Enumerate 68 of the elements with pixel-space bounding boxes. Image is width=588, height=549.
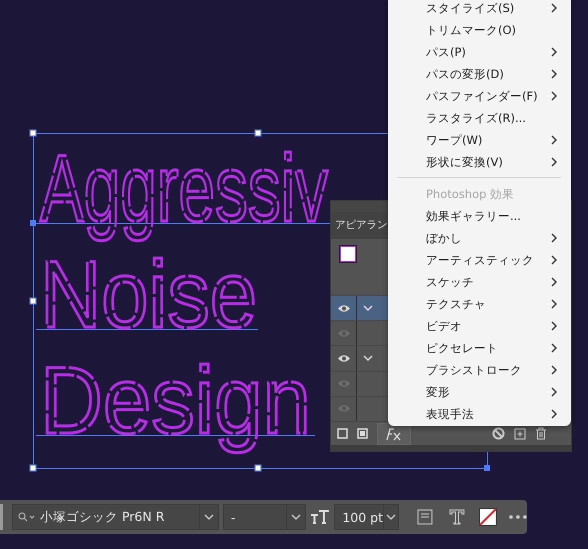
menu-item[interactable]: ぼかし [388, 227, 571, 249]
chevron-icon [550, 47, 558, 57]
outlined-text: Aggressiv [40, 136, 328, 242]
chevron-icon [550, 299, 558, 309]
menu-item[interactable]: ピクセレート [388, 337, 571, 359]
menu-item[interactable]: スケッチ [388, 271, 571, 293]
chevron-icon [550, 255, 558, 265]
font-family-field[interactable]: 小塚ゴシック Pr6N R [12, 504, 219, 530]
panel-tab[interactable]: アピアラン [335, 218, 388, 232]
menu-item[interactable]: パスの変形(D) [388, 63, 571, 85]
selection-handle[interactable] [30, 464, 36, 472]
chevron-icon [550, 343, 558, 353]
menu-heading: Photoshop 効果 [426, 186, 514, 202]
search-icon [18, 512, 36, 522]
chevron-down-icon [291, 514, 302, 520]
chevron-down-icon [204, 514, 214, 520]
chevron-icon [550, 157, 558, 167]
outlined-text: Design [40, 348, 311, 454]
baseline-handle[interactable] [30, 220, 36, 226]
chevron-down-icon [363, 355, 373, 362]
selection-handle[interactable] [254, 464, 262, 472]
menu-item[interactable]: パス(P) [388, 41, 571, 63]
menu-item[interactable]: スタイライズ(S) [388, 0, 571, 19]
chevron-icon [550, 277, 558, 287]
menu-item[interactable]: パスファインダー(F) [388, 85, 571, 107]
menu-item[interactable]: ビデオ [388, 315, 571, 337]
chevron-down-icon [386, 514, 396, 520]
no-fill-swatch-icon[interactable] [479, 508, 498, 526]
chevron-icon [550, 365, 558, 375]
chevron-down-icon [363, 305, 373, 312]
appearance-row[interactable] [331, 294, 388, 320]
more-icon[interactable] [509, 515, 527, 519]
filled-square-icon[interactable] [357, 428, 368, 440]
add-icon[interactable] [514, 428, 526, 440]
menu-item[interactable]: ラスタライズ(R)... [388, 107, 571, 129]
menu-item[interactable]: テクスチャ [388, 293, 571, 315]
menu-item[interactable]: ワープ(W) [388, 129, 571, 151]
font-size-icon [310, 509, 330, 525]
selection-handle[interactable] [484, 465, 490, 471]
fill-swatch[interactable] [340, 246, 356, 262]
selection-handle[interactable] [254, 130, 262, 136]
trash-icon[interactable] [535, 427, 547, 440]
menu-item[interactable]: アーティスティック [388, 249, 571, 271]
menu-item[interactable]: トリムマーク(O) [388, 19, 571, 41]
character-icon[interactable] [449, 509, 466, 525]
chevron-icon [550, 91, 558, 101]
chevron-icon [550, 387, 558, 397]
menu-item[interactable]: 表現手法 [388, 403, 571, 425]
selection-handle[interactable] [30, 130, 36, 136]
chevron-icon [550, 69, 558, 79]
menu-item[interactable]: 形状に変換(V) [388, 151, 571, 173]
eye-icon[interactable] [336, 354, 350, 363]
outlined-text: Noise [40, 242, 257, 348]
paragraph-icon[interactable] [417, 509, 434, 525]
eye-icon[interactable] [336, 304, 350, 313]
square-icon[interactable] [337, 428, 348, 440]
selection-handle[interactable] [30, 298, 36, 304]
chevron-icon [550, 135, 558, 145]
chevron-icon [550, 321, 558, 331]
menu-item[interactable]: 効果ギャラリー... [388, 205, 571, 227]
chevron-icon [550, 233, 558, 243]
font-style-field[interactable]: - [222, 504, 306, 530]
menu-item[interactable]: ブラシストローク [388, 359, 571, 381]
chevron-icon [550, 3, 558, 13]
menu-item[interactable]: 変形 [388, 381, 571, 403]
chevron-icon [550, 409, 558, 419]
clear-icon[interactable] [492, 427, 505, 440]
font-size-field[interactable]: 100 pt [334, 504, 400, 530]
